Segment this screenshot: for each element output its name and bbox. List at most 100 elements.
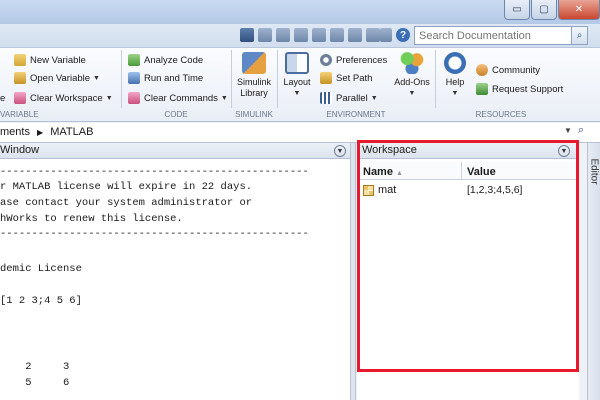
variable-group-label: VARIABLE <box>0 110 39 119</box>
request-support-button[interactable]: Request Support <box>476 80 563 98</box>
search-documentation-input[interactable] <box>414 26 572 45</box>
undo-icon[interactable] <box>330 28 344 42</box>
close-icon: ✕ <box>574 4 584 15</box>
parallel-label: Parallel <box>336 92 368 104</box>
ribbon-separator <box>231 50 232 108</box>
analyze-code-button[interactable]: Analyze Code <box>128 51 203 69</box>
path-segment-partial[interactable]: ments <box>0 126 30 138</box>
ribbon-separator <box>277 50 278 108</box>
command-line: r MATLAB license will expire in 22 days. <box>0 181 253 193</box>
simulink-library-label-line2: Library <box>240 88 268 98</box>
command-window-header: Window <box>0 143 350 159</box>
workspace-scrollbar[interactable] <box>579 159 587 400</box>
run-and-time-icon <box>128 72 140 84</box>
command-line: demic License <box>0 263 82 275</box>
save-icon[interactable] <box>258 28 272 42</box>
add-ons-label: Add-Ons <box>394 77 430 87</box>
maximize-icon: ▢ <box>539 4 549 15</box>
layout-icon <box>285 52 309 74</box>
open-variable-label: Open Variable <box>30 72 91 84</box>
help-icon[interactable]: ? <box>396 28 410 42</box>
simulink-library-button[interactable]: Simulink Library <box>233 52 275 99</box>
chevron-down-icon: ▼ <box>220 94 228 102</box>
command-line: 2 3 <box>0 361 70 373</box>
ribbon-separator <box>121 50 122 108</box>
path-separator-icon: ▶ <box>37 128 44 137</box>
community-label: Community <box>492 64 541 76</box>
new-variable-button[interactable]: New Variable <box>14 51 86 69</box>
ribbon-truncated-item <box>0 50 6 68</box>
run-and-time-button[interactable]: Run and Time <box>128 69 203 87</box>
request-support-label: Request Support <box>492 83 564 95</box>
ribbon-truncated-letter: e <box>0 92 6 104</box>
clear-workspace-icon <box>14 92 26 104</box>
community-icon <box>476 64 488 76</box>
chevron-down-icon: ▼ <box>370 94 378 102</box>
clear-commands-button[interactable]: Clear Commands ▼ <box>128 89 228 107</box>
matlab-window: ▭ ▢ ✕ ? ⌕ New Variable Open Variable▼ e … <box>0 0 600 400</box>
preferences-button[interactable]: Preferences <box>320 51 387 69</box>
paste-icon[interactable] <box>312 28 326 42</box>
code-group-label: CODE <box>164 110 188 119</box>
chevron-down-icon: ▼ <box>293 90 301 97</box>
help-question-icon <box>444 52 466 74</box>
maximize-button[interactable]: ▢ <box>531 0 557 20</box>
help-button[interactable]: Help ▼ <box>440 52 470 99</box>
chevron-down-icon: ▼ <box>93 74 100 82</box>
parallel-button[interactable]: Parallel ▼ <box>320 89 378 107</box>
clear-commands-label: Clear Commands <box>144 92 218 104</box>
command-window-menu-button[interactable]: ▼ <box>334 145 346 157</box>
switch-windows-icon[interactable] <box>366 28 380 42</box>
clear-commands-icon <box>128 92 140 104</box>
copy-icon[interactable] <box>294 28 308 42</box>
clear-workspace-label: Clear Workspace <box>30 92 103 104</box>
add-ons-button[interactable]: Add-Ons ▼ <box>392 52 432 99</box>
new-variable-icon <box>14 54 26 66</box>
community-button[interactable]: Community <box>476 61 540 79</box>
command-window-title: Window <box>0 144 40 156</box>
close-button[interactable]: ✕ <box>558 0 600 20</box>
chevron-down-icon: ▼ <box>105 94 113 102</box>
gear-icon <box>320 54 332 66</box>
matlab-logo-icon <box>240 28 254 42</box>
analyze-code-label: Analyze Code <box>144 54 204 66</box>
add-ons-icon <box>400 52 424 74</box>
path-dropdown-icon[interactable]: ▼ <box>564 126 572 135</box>
help-label: Help <box>445 77 465 87</box>
highlight-rectangle <box>357 140 579 372</box>
new-variable-label: New Variable <box>30 54 86 66</box>
set-path-button[interactable]: Set Path <box>320 69 372 87</box>
magnifier-icon: ⌕ <box>576 30 583 41</box>
editor-tab-label: Editor <box>588 158 600 185</box>
open-variable-icon <box>14 72 26 84</box>
command-line: 5 6 <box>0 377 70 389</box>
command-window-body[interactable]: ----------------------------------------… <box>0 159 350 400</box>
redo-icon[interactable] <box>348 28 362 42</box>
simulink-library-label-line1: Simulink <box>236 77 271 87</box>
command-line: ----------------------------------------… <box>0 166 309 178</box>
chevron-down-icon: ▼ <box>451 90 459 97</box>
command-line: hWorks to renew this license. <box>0 213 183 225</box>
command-line: [1 2 3;4 5 6] <box>0 295 82 307</box>
clear-workspace-button[interactable]: Clear Workspace ▼ <box>14 89 113 107</box>
minimize-button[interactable]: ▭ <box>504 0 530 20</box>
panel-splitter[interactable] <box>350 143 356 400</box>
path-segment-current[interactable]: MATLAB <box>50 126 93 138</box>
folder-icon <box>320 72 332 84</box>
set-path-label: Set Path <box>336 72 373 84</box>
search-button[interactable]: ⌕ <box>572 26 588 45</box>
layout-button[interactable]: Layout ▼ <box>280 52 314 99</box>
preferences-label: Preferences <box>336 54 388 66</box>
request-support-icon <box>476 83 488 95</box>
simulink-library-icon <box>242 52 266 74</box>
folder-search-icon[interactable]: ⌕ <box>578 124 594 140</box>
chevron-down-icon: ▼ <box>336 147 344 155</box>
layout-label: Layout <box>283 77 311 87</box>
command-line: ase contact your system administrator or <box>0 197 253 209</box>
customize-toolbar-icon[interactable] <box>380 28 392 42</box>
resources-group-label: RESOURCES <box>475 110 527 119</box>
open-variable-button[interactable]: Open Variable ▼ <box>14 69 100 87</box>
environment-group-label: ENVIRONMENT <box>326 110 386 119</box>
cut-icon[interactable] <box>276 28 290 42</box>
analyze-code-icon <box>128 54 140 66</box>
